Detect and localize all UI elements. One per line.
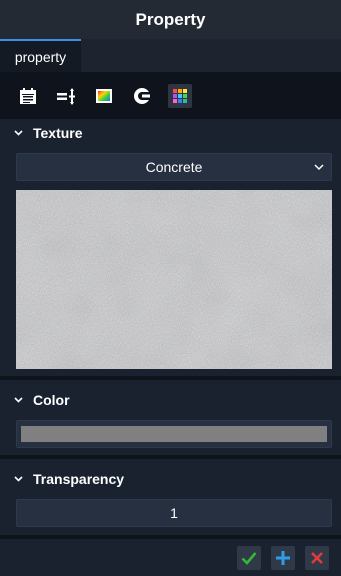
texture-selected-value: Concrete: [145, 159, 203, 175]
transparency-input[interactable]: 1: [16, 499, 332, 527]
panel-title: Property: [0, 0, 341, 39]
transparency-value: 1: [170, 505, 178, 521]
confirm-button[interactable]: [237, 546, 261, 570]
section-color-header[interactable]: Color: [0, 388, 341, 412]
section-divider: [0, 376, 341, 380]
section-color-label: Color: [33, 392, 70, 408]
texture-preview: [16, 190, 332, 369]
chevron-down-icon: [14, 130, 26, 136]
check-icon: [241, 552, 257, 565]
texture-dropdown[interactable]: Concrete: [16, 153, 332, 181]
calendar-icon[interactable]: [16, 84, 40, 108]
contrast-icon[interactable]: [130, 84, 154, 108]
action-bar: [0, 539, 341, 576]
palette-grid-icon[interactable]: [168, 84, 192, 108]
plus-icon: [276, 551, 290, 565]
split-icon[interactable]: [54, 84, 78, 108]
section-divider: [0, 455, 341, 459]
chevron-down-icon: [314, 164, 324, 171]
color-swatch: [21, 426, 327, 442]
section-transparency-label: Transparency: [33, 471, 125, 487]
toolbar: [0, 72, 341, 119]
chevron-down-icon: [14, 476, 26, 482]
section-texture-header[interactable]: Texture: [0, 121, 341, 145]
section-texture-label: Texture: [33, 125, 83, 141]
tab-property[interactable]: property: [0, 39, 81, 72]
tab-bar: property: [0, 39, 341, 72]
color-image-icon[interactable]: [92, 84, 116, 108]
add-button[interactable]: [271, 546, 295, 570]
close-icon: [311, 552, 323, 564]
cancel-button[interactable]: [305, 546, 329, 570]
color-picker-field[interactable]: [16, 420, 332, 448]
chevron-down-icon: [14, 397, 26, 403]
section-transparency-header[interactable]: Transparency: [0, 467, 341, 491]
